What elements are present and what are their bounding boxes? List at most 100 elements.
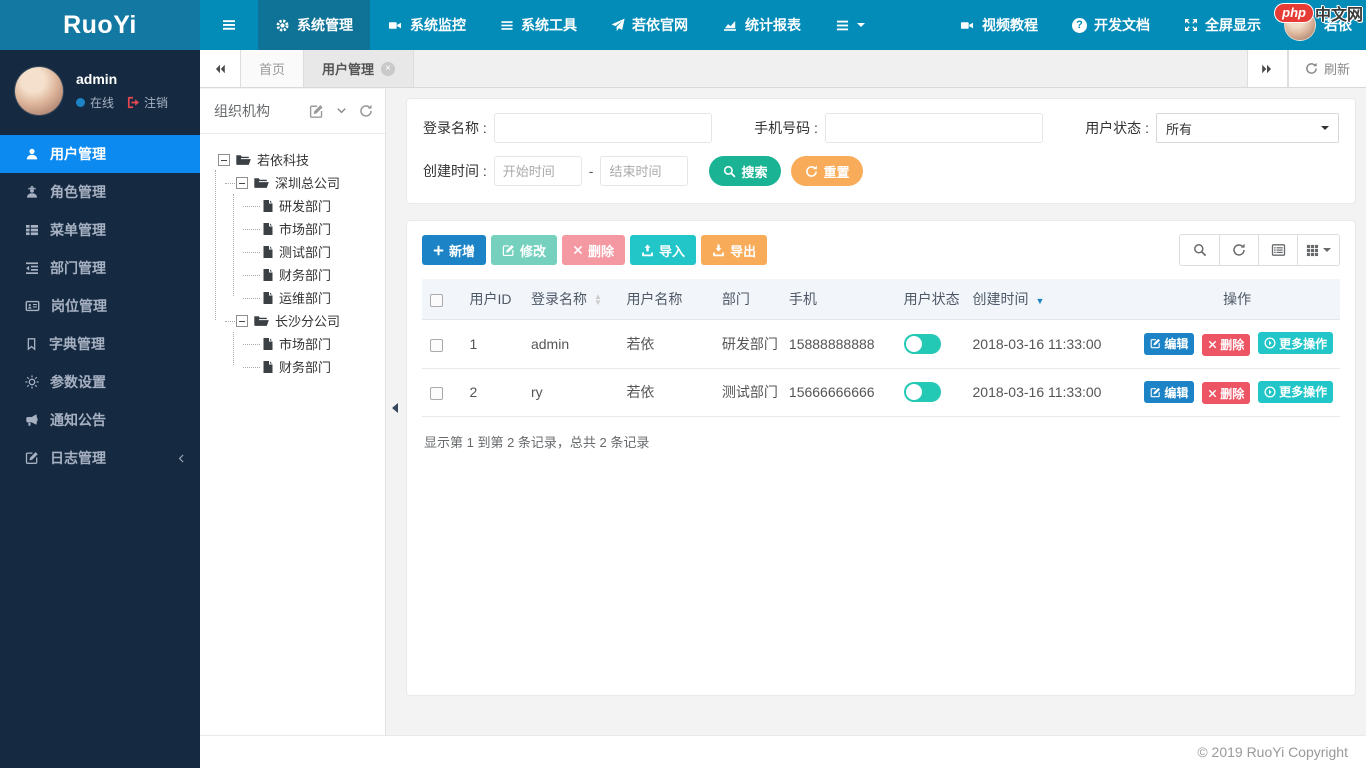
chevron-circle-right-icon bbox=[1264, 385, 1276, 398]
tabs-scroll-right-button[interactable] bbox=[1246, 50, 1288, 87]
tree-node-dept[interactable]: 测试部门 bbox=[210, 240, 379, 263]
add-button[interactable]: 新增 bbox=[422, 235, 487, 265]
row-edit-label: 编辑 bbox=[1164, 337, 1189, 351]
sidebar-toggle-button[interactable] bbox=[200, 0, 258, 50]
row-more-button[interactable]: 更多操作 bbox=[1258, 380, 1334, 403]
app-logo[interactable]: RuoYi bbox=[0, 0, 200, 50]
sidebar-menu: 用户管理 角色管理 菜单管理 部门管理 岗位管理 字典管理 参数设置 通知公告 bbox=[0, 135, 200, 477]
edit-button[interactable]: 修改 bbox=[491, 235, 558, 265]
tree-node-label: 运维部门 bbox=[279, 291, 332, 306]
tabs-scroll-left-button[interactable] bbox=[200, 50, 241, 87]
tab-close-icon[interactable] bbox=[381, 61, 396, 76]
topnav-item-label: 全屏显示 bbox=[1205, 17, 1261, 33]
status-toggle[interactable] bbox=[903, 333, 941, 354]
tree-node-root[interactable]: 若依科技 bbox=[210, 148, 379, 171]
tree-collapse-icon[interactable] bbox=[218, 153, 230, 166]
refresh-icon[interactable] bbox=[359, 104, 373, 118]
tree-collapse-icon[interactable] bbox=[236, 314, 248, 327]
pagination-summary: 显示第 1 到第 2 条记录，总共 2 条记录 bbox=[424, 435, 650, 450]
sidebar-item-label: 日志管理 bbox=[50, 450, 106, 466]
table-detail-view-button[interactable] bbox=[1258, 235, 1297, 265]
cell-user-name: 若依 bbox=[618, 319, 714, 369]
avatar[interactable] bbox=[15, 67, 63, 115]
col-dept[interactable]: 部门 bbox=[713, 279, 781, 320]
topnav-item-system-monitor[interactable]: 系统监控 bbox=[370, 0, 483, 50]
col-phone[interactable]: 手机 bbox=[780, 279, 896, 320]
table-row[interactable]: 1 admin 若依 研发部门 15888888888 2018-03-16 1… bbox=[422, 319, 1340, 369]
topnav-item-fullscreen[interactable]: 全屏显示 bbox=[1167, 15, 1278, 35]
row-more-button[interactable]: 更多操作 bbox=[1258, 332, 1334, 354]
row-delete-button[interactable]: 删除 bbox=[1202, 382, 1251, 404]
login-name-input[interactable] bbox=[493, 113, 713, 143]
col-create-time[interactable]: 创建时间 ▼ bbox=[964, 279, 1135, 320]
chevron-left-icon bbox=[178, 454, 184, 462]
tree-node-dept[interactable]: 市场部门 bbox=[210, 332, 379, 355]
import-button[interactable]: 导入 bbox=[630, 235, 697, 265]
sidebar-item-param-settings[interactable]: 参数设置 bbox=[0, 363, 200, 401]
tree-node-label: 研发部门 bbox=[279, 199, 332, 214]
tab-user-manage[interactable]: 用户管理 bbox=[304, 50, 415, 87]
tree-node-company[interactable]: 长沙分公司 bbox=[210, 309, 379, 332]
topnav-item-official-site[interactable]: 若依官网 bbox=[594, 0, 705, 50]
col-status[interactable]: 用户状态 bbox=[895, 279, 965, 320]
row-edit-button[interactable]: 编辑 bbox=[1144, 332, 1195, 355]
th-list-icon bbox=[26, 225, 38, 236]
edit-icon[interactable] bbox=[309, 104, 324, 119]
edit-icon bbox=[1150, 338, 1161, 349]
row-checkbox[interactable] bbox=[430, 338, 443, 352]
table-search-toggle-button[interactable] bbox=[1180, 235, 1219, 265]
tree-collapse-handle[interactable] bbox=[387, 403, 398, 413]
sidebar-item-user-manage[interactable]: 用户管理 bbox=[0, 135, 200, 173]
user-status-select[interactable]: 所有 bbox=[1155, 113, 1340, 143]
topnav-item-system-manage[interactable]: 系统管理 bbox=[258, 0, 370, 50]
tree-node-dept[interactable]: 市场部门 bbox=[210, 217, 379, 240]
col-login-name[interactable]: 登录名称 ▲ ▼ bbox=[522, 279, 619, 320]
row-checkbox[interactable] bbox=[430, 387, 443, 401]
plus-icon bbox=[433, 245, 444, 255]
tab-home[interactable]: 首页 bbox=[241, 50, 305, 87]
start-time-input[interactable] bbox=[493, 156, 582, 186]
sort-icon[interactable]: ▲ ▼ bbox=[594, 293, 602, 307]
phone-input[interactable] bbox=[824, 113, 1044, 143]
table-refresh-button[interactable] bbox=[1219, 235, 1258, 265]
row-edit-button[interactable]: 编辑 bbox=[1144, 381, 1195, 403]
topnav-item-dev-docs[interactable]: 开发文档 bbox=[1055, 15, 1167, 35]
table-row[interactable]: 2 ry 若依 测试部门 15666666666 2018-03-16 11:3… bbox=[422, 368, 1340, 417]
sidebar-item-log-manage[interactable]: 日志管理 bbox=[0, 439, 200, 477]
topnav-item-system-tools[interactable]: 系统工具 bbox=[483, 0, 594, 50]
topnav-more-dropdown[interactable] bbox=[818, 0, 882, 50]
tree-node-dept[interactable]: 财务部门 bbox=[210, 263, 379, 286]
status-toggle[interactable] bbox=[903, 382, 941, 403]
sort-desc-icon[interactable]: ▼ bbox=[1036, 296, 1045, 306]
end-time-input[interactable] bbox=[600, 156, 689, 186]
topnav-item-label: 若依官网 bbox=[632, 17, 688, 33]
tree-node-dept[interactable]: 财务部门 bbox=[210, 355, 379, 378]
sidebar-item-menu-manage[interactable]: 菜单管理 bbox=[0, 211, 200, 249]
topnav-menu: 系统管理 系统监控 系统工具 若依官网 统计报表 bbox=[200, 0, 882, 50]
col-user-name[interactable]: 用户名称 bbox=[618, 279, 714, 320]
tree-node-dept[interactable]: 运维部门 bbox=[210, 286, 379, 309]
online-status-label: 在线 bbox=[90, 96, 115, 110]
col-user-id[interactable]: 用户ID bbox=[461, 279, 523, 320]
topnav-item-statistics[interactable]: 统计报表 bbox=[705, 0, 818, 50]
sidebar-item-post-manage[interactable]: 岗位管理 bbox=[0, 287, 200, 325]
logout-link[interactable]: 注销 bbox=[127, 94, 168, 111]
x-icon bbox=[1209, 389, 1217, 397]
chevron-down-icon[interactable] bbox=[335, 106, 348, 117]
sidebar-item-dict-manage[interactable]: 字典管理 bbox=[0, 325, 200, 363]
select-all-checkbox[interactable] bbox=[430, 293, 443, 307]
delete-button[interactable]: 删除 bbox=[562, 235, 626, 265]
tree-node-company[interactable]: 深圳总公司 bbox=[210, 171, 379, 194]
topnav-item-video-tutorial[interactable]: 视频教程 bbox=[942, 15, 1055, 35]
reset-button[interactable]: 重置 bbox=[791, 156, 864, 186]
tree-node-dept[interactable]: 研发部门 bbox=[210, 194, 379, 217]
row-delete-button[interactable]: 删除 bbox=[1202, 333, 1251, 356]
sidebar-item-dept-manage[interactable]: 部门管理 bbox=[0, 249, 200, 287]
tree-collapse-icon[interactable] bbox=[236, 176, 248, 189]
sidebar-item-notice[interactable]: 通知公告 bbox=[0, 401, 200, 439]
export-button[interactable]: 导出 bbox=[701, 235, 768, 265]
tab-refresh-button[interactable]: 刷新 bbox=[1287, 50, 1366, 87]
search-button[interactable]: 搜索 bbox=[709, 156, 782, 186]
sidebar-item-role-manage[interactable]: 角色管理 bbox=[0, 173, 200, 211]
table-columns-dropdown-button[interactable] bbox=[1297, 235, 1339, 265]
